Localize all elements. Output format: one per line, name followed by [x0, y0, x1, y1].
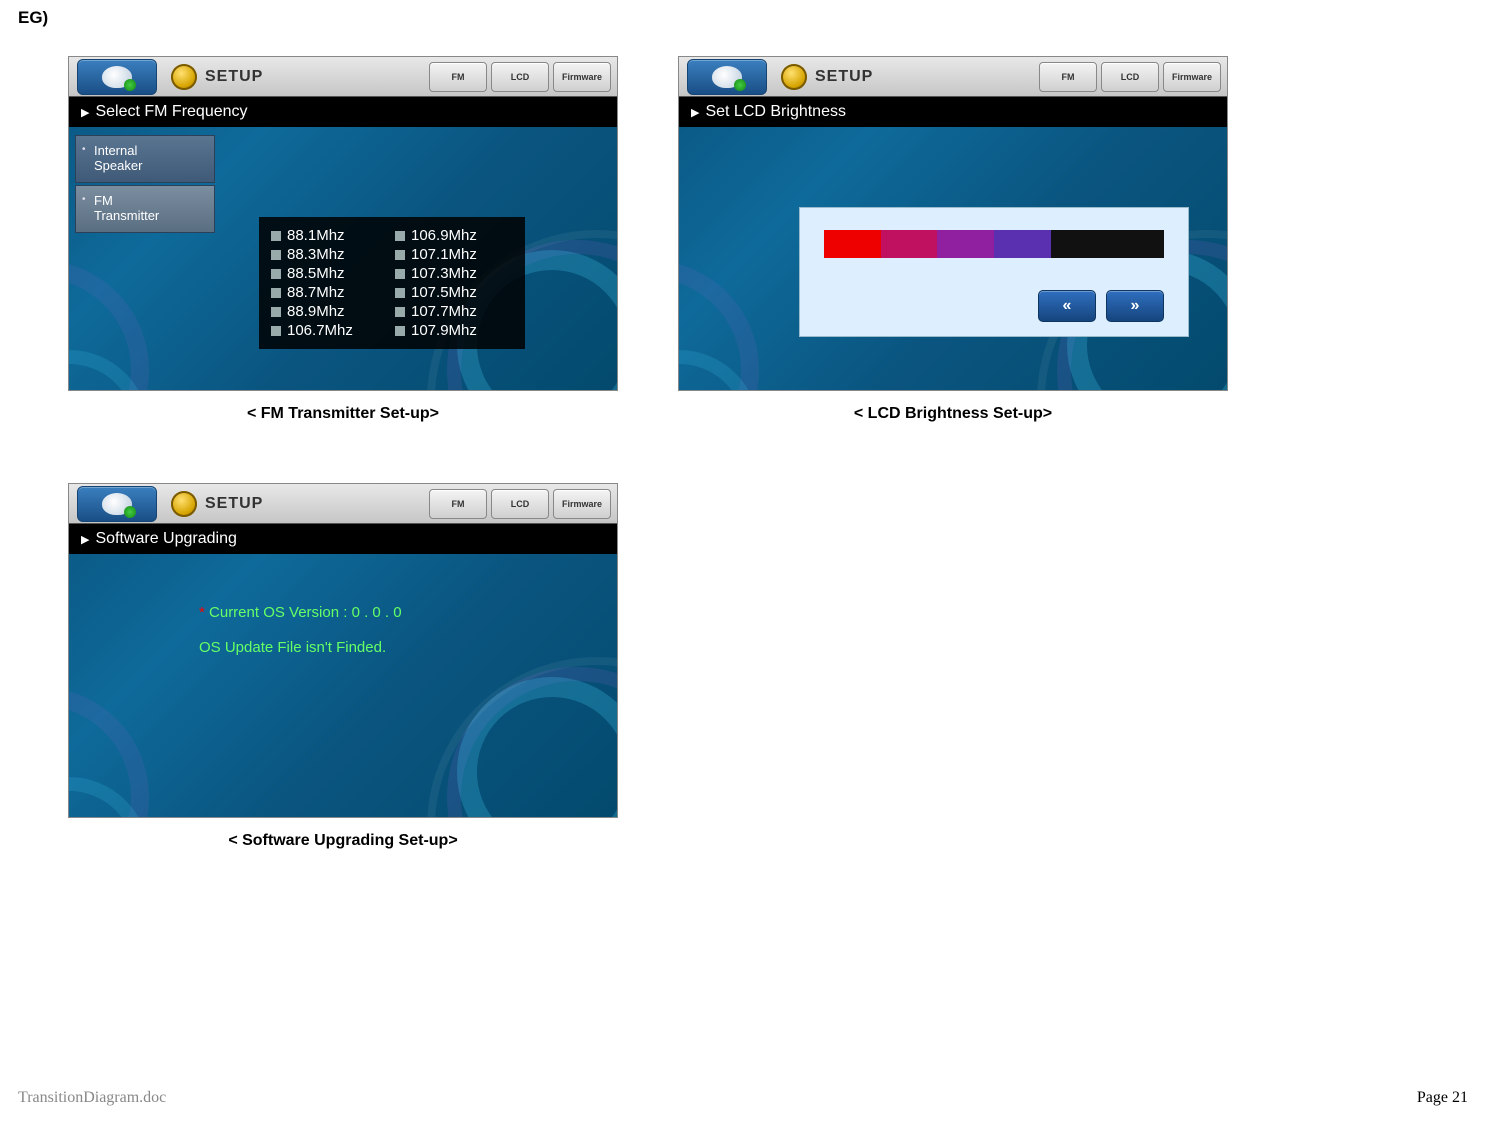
triangle-icon: ▶ [81, 106, 89, 119]
tabstrip: FM LCD Firmware [427, 57, 617, 96]
brightness-bar[interactable] [824, 230, 1164, 258]
brightness-controls: « » [1038, 290, 1164, 322]
sw-caption: < Software Upgrading Set-up> [228, 832, 457, 850]
setup-indicator: SETUP [781, 64, 873, 90]
freq-option[interactable]: 88.3Mhz [271, 246, 389, 263]
side-item-internal-speaker[interactable]: Internal Speaker [75, 135, 215, 183]
gear-icon [781, 64, 807, 90]
fm-caption: < FM Transmitter Set-up> [247, 405, 439, 423]
triangle-icon: ▶ [81, 533, 89, 546]
footer-page: Page 21 [1417, 1089, 1468, 1107]
software-status: * Current OS Version : 0 . 0 . 0 OS Upda… [199, 604, 402, 656]
tabstrip: FM LCD Firmware [1037, 57, 1227, 96]
setup-label: SETUP [205, 68, 263, 86]
tab-fm[interactable]: FM [429, 489, 487, 519]
topbar: SETUP FM LCD Firmware [679, 57, 1227, 97]
tabstrip: FM LCD Firmware [427, 484, 617, 523]
tab-firmware[interactable]: Firmware [1163, 62, 1221, 92]
freq-option[interactable]: 107.9Mhz [395, 322, 513, 339]
setup-label: SETUP [815, 68, 873, 86]
panel-title: ▶ Set LCD Brightness [679, 97, 1227, 127]
freq-option[interactable]: 88.1Mhz [271, 227, 389, 244]
header-eg: EG) [18, 8, 1468, 28]
tab-fm[interactable]: FM [1039, 62, 1097, 92]
footer-filename: TransitionDiagram.doc [18, 1089, 166, 1107]
home-icon [102, 493, 132, 515]
freq-option[interactable]: 107.3Mhz [395, 265, 513, 282]
freq-option[interactable]: 106.7Mhz [271, 322, 389, 339]
panel-title-text: Set LCD Brightness [705, 103, 846, 121]
home-icon [102, 66, 132, 88]
brightness-card: « » [799, 207, 1189, 337]
home-button[interactable] [77, 486, 157, 522]
lcd-caption: < LCD Brightness Set-up> [854, 405, 1052, 423]
tab-lcd[interactable]: LCD [1101, 62, 1159, 92]
tab-lcd[interactable]: LCD [491, 489, 549, 519]
panel-title: ▶ Software Upgrading [69, 524, 617, 554]
next-button[interactable]: » [1106, 290, 1164, 322]
fm-side-menu: Internal Speaker FM Transmitter [75, 135, 215, 233]
tab-firmware[interactable]: Firmware [553, 62, 611, 92]
panel-title: ▶ Select FM Frequency [69, 97, 617, 127]
home-icon [712, 66, 742, 88]
lcd-panel: SETUP FM LCD Firmware ▶ Set LCD Brightne… [678, 56, 1228, 391]
page-footer: TransitionDiagram.doc Page 21 [0, 1089, 1486, 1107]
os-update-line: OS Update File isn't Finded. [199, 639, 402, 656]
freq-option[interactable]: 88.9Mhz [271, 303, 389, 320]
setup-label: SETUP [205, 495, 263, 513]
brightness-seg [937, 230, 994, 258]
home-button[interactable] [687, 59, 767, 95]
tab-lcd[interactable]: LCD [491, 62, 549, 92]
topbar: SETUP FM LCD Firmware [69, 484, 617, 524]
home-button[interactable] [77, 59, 157, 95]
gear-icon [171, 64, 197, 90]
asterisk-icon: * [199, 604, 209, 621]
freq-option[interactable]: 107.7Mhz [395, 303, 513, 320]
topbar: SETUP FM LCD Firmware [69, 57, 617, 97]
brightness-seg [824, 230, 881, 258]
decor-ring [427, 657, 618, 818]
os-version-line: Current OS Version : 0 . 0 . 0 [209, 604, 402, 621]
triangle-icon: ▶ [691, 106, 699, 119]
brightness-seg [994, 230, 1051, 258]
brightness-seg [1107, 230, 1164, 258]
freq-option[interactable]: 107.5Mhz [395, 284, 513, 301]
lcd-block: SETUP FM LCD Firmware ▶ Set LCD Brightne… [678, 56, 1228, 423]
freq-option[interactable]: 106.9Mhz [395, 227, 513, 244]
prev-button[interactable]: « [1038, 290, 1096, 322]
sw-panel: SETUP FM LCD Firmware ▶ Software Upgradi… [68, 483, 618, 818]
fm-panel: SETUP FM LCD Firmware ▶ Select FM Freque… [68, 56, 618, 391]
fm-block: SETUP FM LCD Firmware ▶ Select FM Freque… [68, 56, 618, 423]
freq-option[interactable]: 88.7Mhz [271, 284, 389, 301]
setup-indicator: SETUP [171, 64, 263, 90]
freq-option[interactable]: 88.5Mhz [271, 265, 389, 282]
tab-fm[interactable]: FM [429, 62, 487, 92]
side-item-fm-transmitter[interactable]: FM Transmitter [75, 185, 215, 233]
setup-indicator: SETUP [171, 491, 263, 517]
freq-option[interactable]: 107.1Mhz [395, 246, 513, 263]
frequency-grid: 88.1Mhz 106.9Mhz 88.3Mhz 107.1Mhz 88.5Mh… [259, 217, 525, 349]
panel-title-text: Select FM Frequency [95, 103, 247, 121]
panel-title-text: Software Upgrading [95, 530, 236, 548]
brightness-seg [1051, 230, 1108, 258]
sw-block: SETUP FM LCD Firmware ▶ Software Upgradi… [68, 483, 618, 850]
brightness-seg [881, 230, 938, 258]
gear-icon [171, 491, 197, 517]
tab-firmware[interactable]: Firmware [553, 489, 611, 519]
